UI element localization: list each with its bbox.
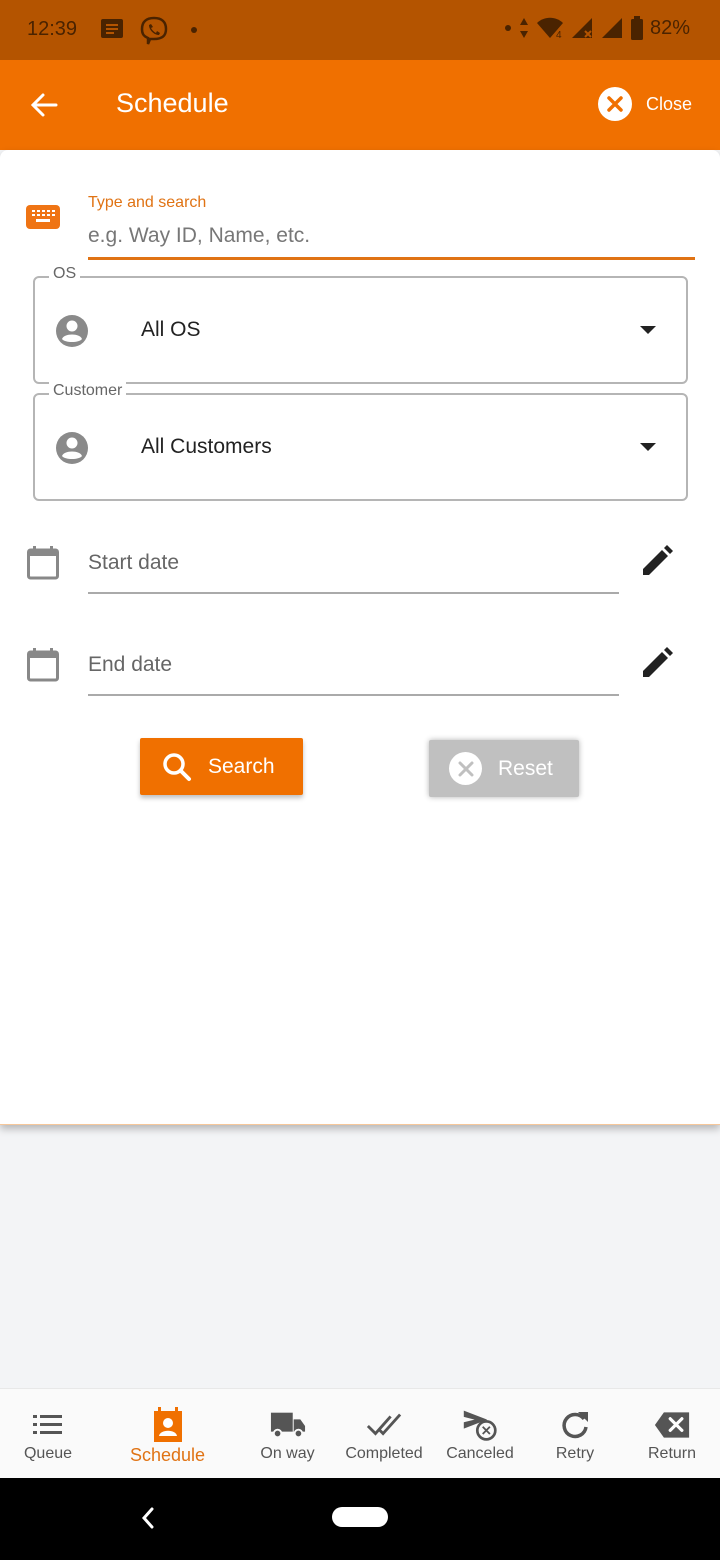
nav-label: Completed <box>345 1445 423 1462</box>
calendar-icon <box>27 546 59 580</box>
end-date-input[interactable] <box>88 636 619 696</box>
nav-label: Queue <box>23 1445 73 1462</box>
nav-item-completed[interactable]: Completed <box>336 1389 432 1479</box>
bottom-nav: Queue Schedule On way Completed Canceled… <box>0 1388 720 1478</box>
reset-button-label: Reset <box>498 756 553 780</box>
nav-label: Canceled <box>446 1445 514 1462</box>
person-circle-icon <box>56 315 88 347</box>
nav-item-retry[interactable]: Retry <box>535 1389 615 1479</box>
os-legend: OS <box>49 265 81 283</box>
search-input[interactable] <box>88 214 695 260</box>
reset-button[interactable]: Reset <box>429 740 579 797</box>
end-date-row <box>0 636 720 716</box>
list-icon <box>30 1407 66 1443</box>
status-time: 12:39 <box>27 18 78 40</box>
status-right: 4 82% <box>504 16 690 40</box>
nav-item-queue[interactable]: Queue <box>0 1389 96 1479</box>
viber-icon <box>140 16 168 45</box>
truck-icon <box>270 1407 306 1443</box>
signal-icon <box>601 18 622 38</box>
os-value: All OS <box>141 318 201 341</box>
os-select[interactable]: OS All OS <box>33 265 688 384</box>
customer-select[interactable]: Customer All Customers <box>33 382 688 501</box>
search-button[interactable]: Search <box>140 738 303 795</box>
signal-x-icon <box>571 18 592 38</box>
search-label: Type and search <box>88 194 207 211</box>
nav-label: Return <box>647 1445 697 1462</box>
start-date-row <box>0 534 720 614</box>
svg-text:4: 4 <box>556 30 562 40</box>
cancel-send-icon <box>462 1407 498 1443</box>
nav-item-canceled[interactable]: Canceled <box>436 1389 524 1479</box>
nav-item-on-way[interactable]: On way <box>245 1389 330 1479</box>
status-bar: 12:39 4 82% <box>0 0 720 60</box>
dot-icon <box>191 27 197 33</box>
chevron-down-icon <box>640 326 656 334</box>
keyboard-icon <box>26 205 60 229</box>
close-circle-icon <box>449 752 482 785</box>
nav-item-schedule[interactable]: Schedule <box>115 1389 220 1479</box>
double-check-icon <box>366 1407 402 1443</box>
battery-percent: 82% <box>649 16 690 39</box>
filter-sheet: Type and search OS All OS Customer All C… <box>0 150 720 1125</box>
close-circle-icon <box>597 87 632 121</box>
battery-icon <box>630 16 643 40</box>
calendar-person-icon <box>150 1407 186 1443</box>
pencil-icon[interactable] <box>640 646 674 680</box>
close-label: Close <box>645 93 692 114</box>
system-back-icon[interactable] <box>138 1503 158 1533</box>
refresh-icon <box>557 1407 593 1443</box>
message-icon <box>101 19 123 38</box>
search-icon <box>163 752 191 781</box>
customer-value: All Customers <box>141 435 272 458</box>
nav-label: Retry <box>555 1445 595 1462</box>
calendar-icon <box>27 648 59 682</box>
page-title: Schedule <box>116 88 229 118</box>
person-circle-icon <box>56 432 88 464</box>
data-arrows-icon <box>519 18 528 38</box>
nav-label: On way <box>260 1445 315 1462</box>
pencil-icon[interactable] <box>640 544 674 578</box>
nav-item-return[interactable]: Return <box>630 1389 714 1479</box>
backspace-icon <box>654 1407 690 1443</box>
start-date-input[interactable] <box>88 534 619 594</box>
dot-icon <box>504 25 511 31</box>
app-bar: Schedule Close <box>0 60 720 150</box>
system-home-pill[interactable] <box>332 1507 388 1527</box>
nav-label: Schedule <box>129 1445 206 1465</box>
wifi-icon: 4 <box>536 17 563 40</box>
arrow-left-icon[interactable] <box>28 88 62 122</box>
customer-legend: Customer <box>49 382 127 400</box>
chevron-down-icon <box>640 443 656 451</box>
close-button[interactable]: Close <box>597 87 692 121</box>
search-button-label: Search <box>208 754 275 778</box>
system-nav-bar <box>0 1478 720 1560</box>
